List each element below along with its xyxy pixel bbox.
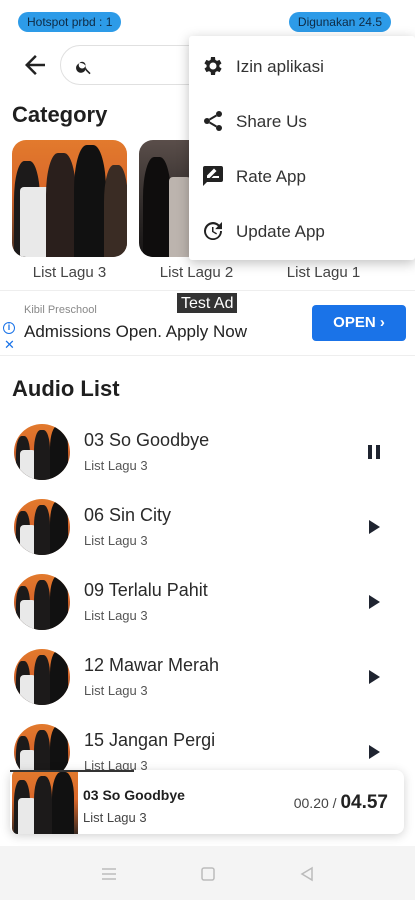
hotspot-status-pill: Hotspot prbd : 1 — [18, 12, 122, 32]
menu-item-update-app[interactable]: Update App — [189, 203, 415, 259]
player-time-separator: / — [332, 795, 337, 811]
track-row[interactable]: 09 Terlalu Pahit List Lagu 3 — [0, 574, 415, 649]
mini-player[interactable]: 03 So Goodbye List Lagu 3 00.20 / 04.57 — [10, 770, 404, 834]
category-card-list-lagu-3[interactable] — [12, 140, 127, 257]
info-icon[interactable]: i — [3, 322, 15, 334]
track-row[interactable]: 03 So Goodbye List Lagu 3 — [0, 424, 415, 499]
player-thumbnail — [12, 770, 78, 834]
update-icon — [204, 222, 223, 241]
back-triangle-icon — [300, 866, 313, 882]
data-usage-pill: Digunakan 24.5 — [288, 12, 391, 32]
chevron-right-icon: › — [379, 314, 385, 331]
track-list: List Lagu 3 — [84, 608, 148, 623]
play-button[interactable] — [362, 515, 386, 539]
play-button[interactable] — [362, 665, 386, 689]
test-ad-label: Test Ad — [176, 292, 239, 314]
track-title: 06 Sin City — [84, 505, 172, 525]
play-icon — [369, 670, 380, 684]
track-title: 12 Mawar Merah — [84, 655, 220, 675]
rate-icon — [203, 166, 223, 186]
search-icon — [76, 61, 91, 75]
player-progress-bar[interactable] — [10, 770, 134, 772]
ad-advertiser: Kibil Preschool — [24, 304, 97, 316]
player-list: List Lagu 3 — [83, 810, 147, 825]
menu-item-share-us[interactable]: Share Us — [189, 93, 415, 149]
player-duration: 04.57 — [340, 792, 388, 813]
menu-item-label: Update App — [236, 222, 325, 241]
play-button[interactable] — [362, 590, 386, 614]
menu-lines-icon — [102, 868, 116, 880]
ad-open-button[interactable]: OPEN › — [312, 305, 406, 341]
track-list: List Lagu 3 — [84, 683, 148, 698]
category-label: List Lagu 1 — [286, 264, 361, 281]
category-label: List Lagu 2 — [159, 264, 234, 281]
album-cover-image — [12, 140, 127, 257]
close-icon[interactable]: ✕ — [4, 337, 15, 353]
track-title: 03 So Goodbye — [84, 430, 210, 450]
menu-item-label: Izin aplikasi — [236, 57, 324, 76]
play-icon — [369, 745, 380, 759]
home-button[interactable] — [198, 864, 218, 884]
pause-icon — [368, 445, 380, 459]
player-elapsed: 00.20 — [293, 795, 329, 811]
ad-headline: Admissions Open. Apply Now — [24, 322, 247, 341]
recent-apps-button[interactable] — [99, 864, 119, 884]
play-icon — [369, 520, 380, 534]
track-list: List Lagu 3 — [84, 458, 148, 473]
track-thumbnail — [14, 649, 70, 705]
back-button[interactable] — [20, 50, 50, 80]
track-list: List Lagu 3 — [84, 533, 148, 548]
home-square-icon — [201, 867, 215, 881]
gear-icon — [204, 57, 222, 75]
share-icon — [204, 111, 222, 131]
track-thumbnail — [14, 499, 70, 555]
pause-button[interactable] — [362, 440, 386, 464]
audio-list-title: Audio List — [12, 376, 120, 401]
menu-item-label: Share Us — [236, 112, 307, 131]
track-thumbnail — [14, 424, 70, 480]
play-icon — [369, 595, 380, 609]
ad-open-label: OPEN — [333, 314, 376, 331]
arrow-left-icon — [25, 55, 45, 75]
menu-item-rate-app[interactable]: Rate App — [189, 148, 415, 204]
track-row[interactable]: 12 Mawar Merah List Lagu 3 — [0, 649, 415, 724]
overflow-menu: Izin aplikasi Share Us Rate App Update A… — [189, 36, 415, 260]
player-time: 00.20 / 04.57 — [294, 792, 388, 814]
track-row[interactable]: 06 Sin City List Lagu 3 — [0, 499, 415, 574]
play-button[interactable] — [362, 740, 386, 764]
category-label: List Lagu 3 — [32, 264, 107, 281]
track-title: 09 Terlalu Pahit — [84, 580, 208, 600]
player-title: 03 So Goodbye — [83, 787, 185, 803]
menu-item-label: Rate App — [236, 167, 306, 186]
system-back-button[interactable] — [297, 864, 317, 884]
system-nav-bar — [0, 846, 415, 900]
track-title: 15 Jangan Pergi — [84, 730, 216, 750]
category-title: Category — [12, 102, 108, 127]
menu-item-izin-aplikasi[interactable]: Izin aplikasi — [189, 38, 415, 94]
track-thumbnail — [14, 574, 70, 630]
